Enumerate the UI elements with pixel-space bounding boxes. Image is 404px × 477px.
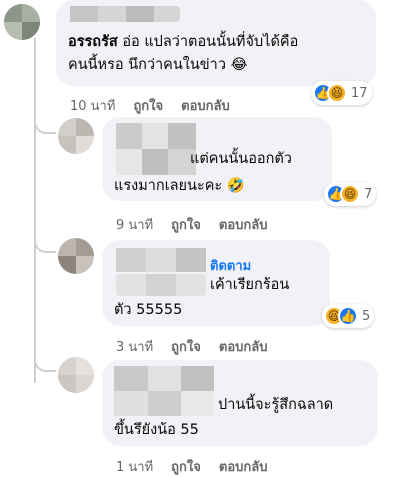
- comment-time[interactable]: 3 นาที: [116, 336, 153, 357]
- blurred-username: [116, 274, 206, 296]
- comment-text: คนนี้หรอ นึกว่าคนในข่าว: [68, 57, 226, 73]
- follow-link[interactable]: ติดตาม: [210, 259, 251, 274]
- comment-time[interactable]: 10 นาที: [70, 95, 115, 116]
- comment-bubble: ติดตาม เค้าเรียกร้อน ตัว 55555: [102, 240, 330, 326]
- comment-text: เค้าเรียกร้อน: [210, 277, 290, 293]
- reply-button[interactable]: ตอบกลับ: [181, 95, 230, 116]
- avatar[interactable]: [4, 4, 40, 40]
- haha-icon: 😆: [340, 184, 360, 204]
- reply-button[interactable]: ตอบกลับ: [219, 456, 268, 477]
- comment-actions: 10 นาที ถูกใจ ตอบกลับ: [70, 95, 230, 116]
- reaction-summary[interactable]: 👍 😆 17: [311, 81, 372, 105]
- avatar[interactable]: [58, 118, 94, 154]
- like-button[interactable]: ถูกใจ: [133, 95, 163, 116]
- thread-branch: [34, 237, 56, 253]
- thread-branch: [34, 118, 56, 134]
- thread-branch: [34, 356, 56, 372]
- comment-text: อ่อ แปลว่าตอนนั้นที่จับได้คือ: [122, 34, 299, 50]
- avatar[interactable]: [58, 238, 94, 274]
- blurred-username: [116, 248, 206, 272]
- comment-text: แต่คนนั้นออกตัว: [190, 151, 292, 167]
- reaction-count: 7: [364, 186, 373, 202]
- reaction-count: 17: [351, 85, 368, 101]
- blurred-username: [70, 6, 180, 22]
- comment-time[interactable]: 1 นาที: [116, 456, 153, 477]
- comment-actions: 3 นาที ถูกใจ ตอบกลับ: [116, 336, 267, 357]
- like-icon: 👍: [338, 306, 358, 326]
- reaction-summary[interactable]: 👍 😆 7: [324, 182, 377, 206]
- blurred-username: [116, 123, 196, 175]
- comment-author[interactable]: อรรถรัส: [68, 34, 118, 50]
- thread-line: [34, 38, 36, 383]
- grin-sweat-emoji: 😂: [230, 57, 248, 73]
- comment-text: ขึ้นรึยังน้อ 55: [114, 422, 199, 438]
- comment-bubble: ปานนี้จะรู้สึกฉลาด ขึ้นรึยังน้อ 55: [102, 360, 378, 446]
- comment-actions: 1 นาที ถูกใจ ตอบกลับ: [116, 456, 267, 477]
- comment-text: ตัว 55555: [114, 302, 183, 318]
- rofl-emoji: 🤣: [226, 178, 245, 194]
- haha-icon: 😆: [327, 83, 347, 103]
- comment-text: ปานนี้จะรู้สึกฉลาด: [218, 397, 334, 413]
- like-button[interactable]: ถูกใจ: [171, 336, 201, 357]
- comment-time[interactable]: 9 นาที: [116, 214, 153, 235]
- comment-bubble: แต่คนนั้นออกตัว แรงมากเลยนะคะ 🤣: [102, 117, 332, 201]
- like-button[interactable]: ถูกใจ: [171, 214, 201, 235]
- blurred-username: [114, 366, 214, 416]
- avatar[interactable]: [58, 357, 94, 393]
- comment-actions: 9 นาที ถูกใจ ตอบกลับ: [116, 214, 267, 235]
- reaction-summary[interactable]: 😆 👍 5: [322, 304, 375, 328]
- comment-bubble: อรรถรัส อ่อ แปลว่าตอนนั้นที่จับได้คือ คน…: [56, 0, 376, 86]
- reply-button[interactable]: ตอบกลับ: [219, 336, 268, 357]
- reply-button[interactable]: ตอบกลับ: [219, 214, 268, 235]
- reaction-count: 5: [362, 308, 371, 324]
- comment-text: แรงมากเลยนะคะ: [114, 178, 223, 194]
- like-button[interactable]: ถูกใจ: [171, 456, 201, 477]
